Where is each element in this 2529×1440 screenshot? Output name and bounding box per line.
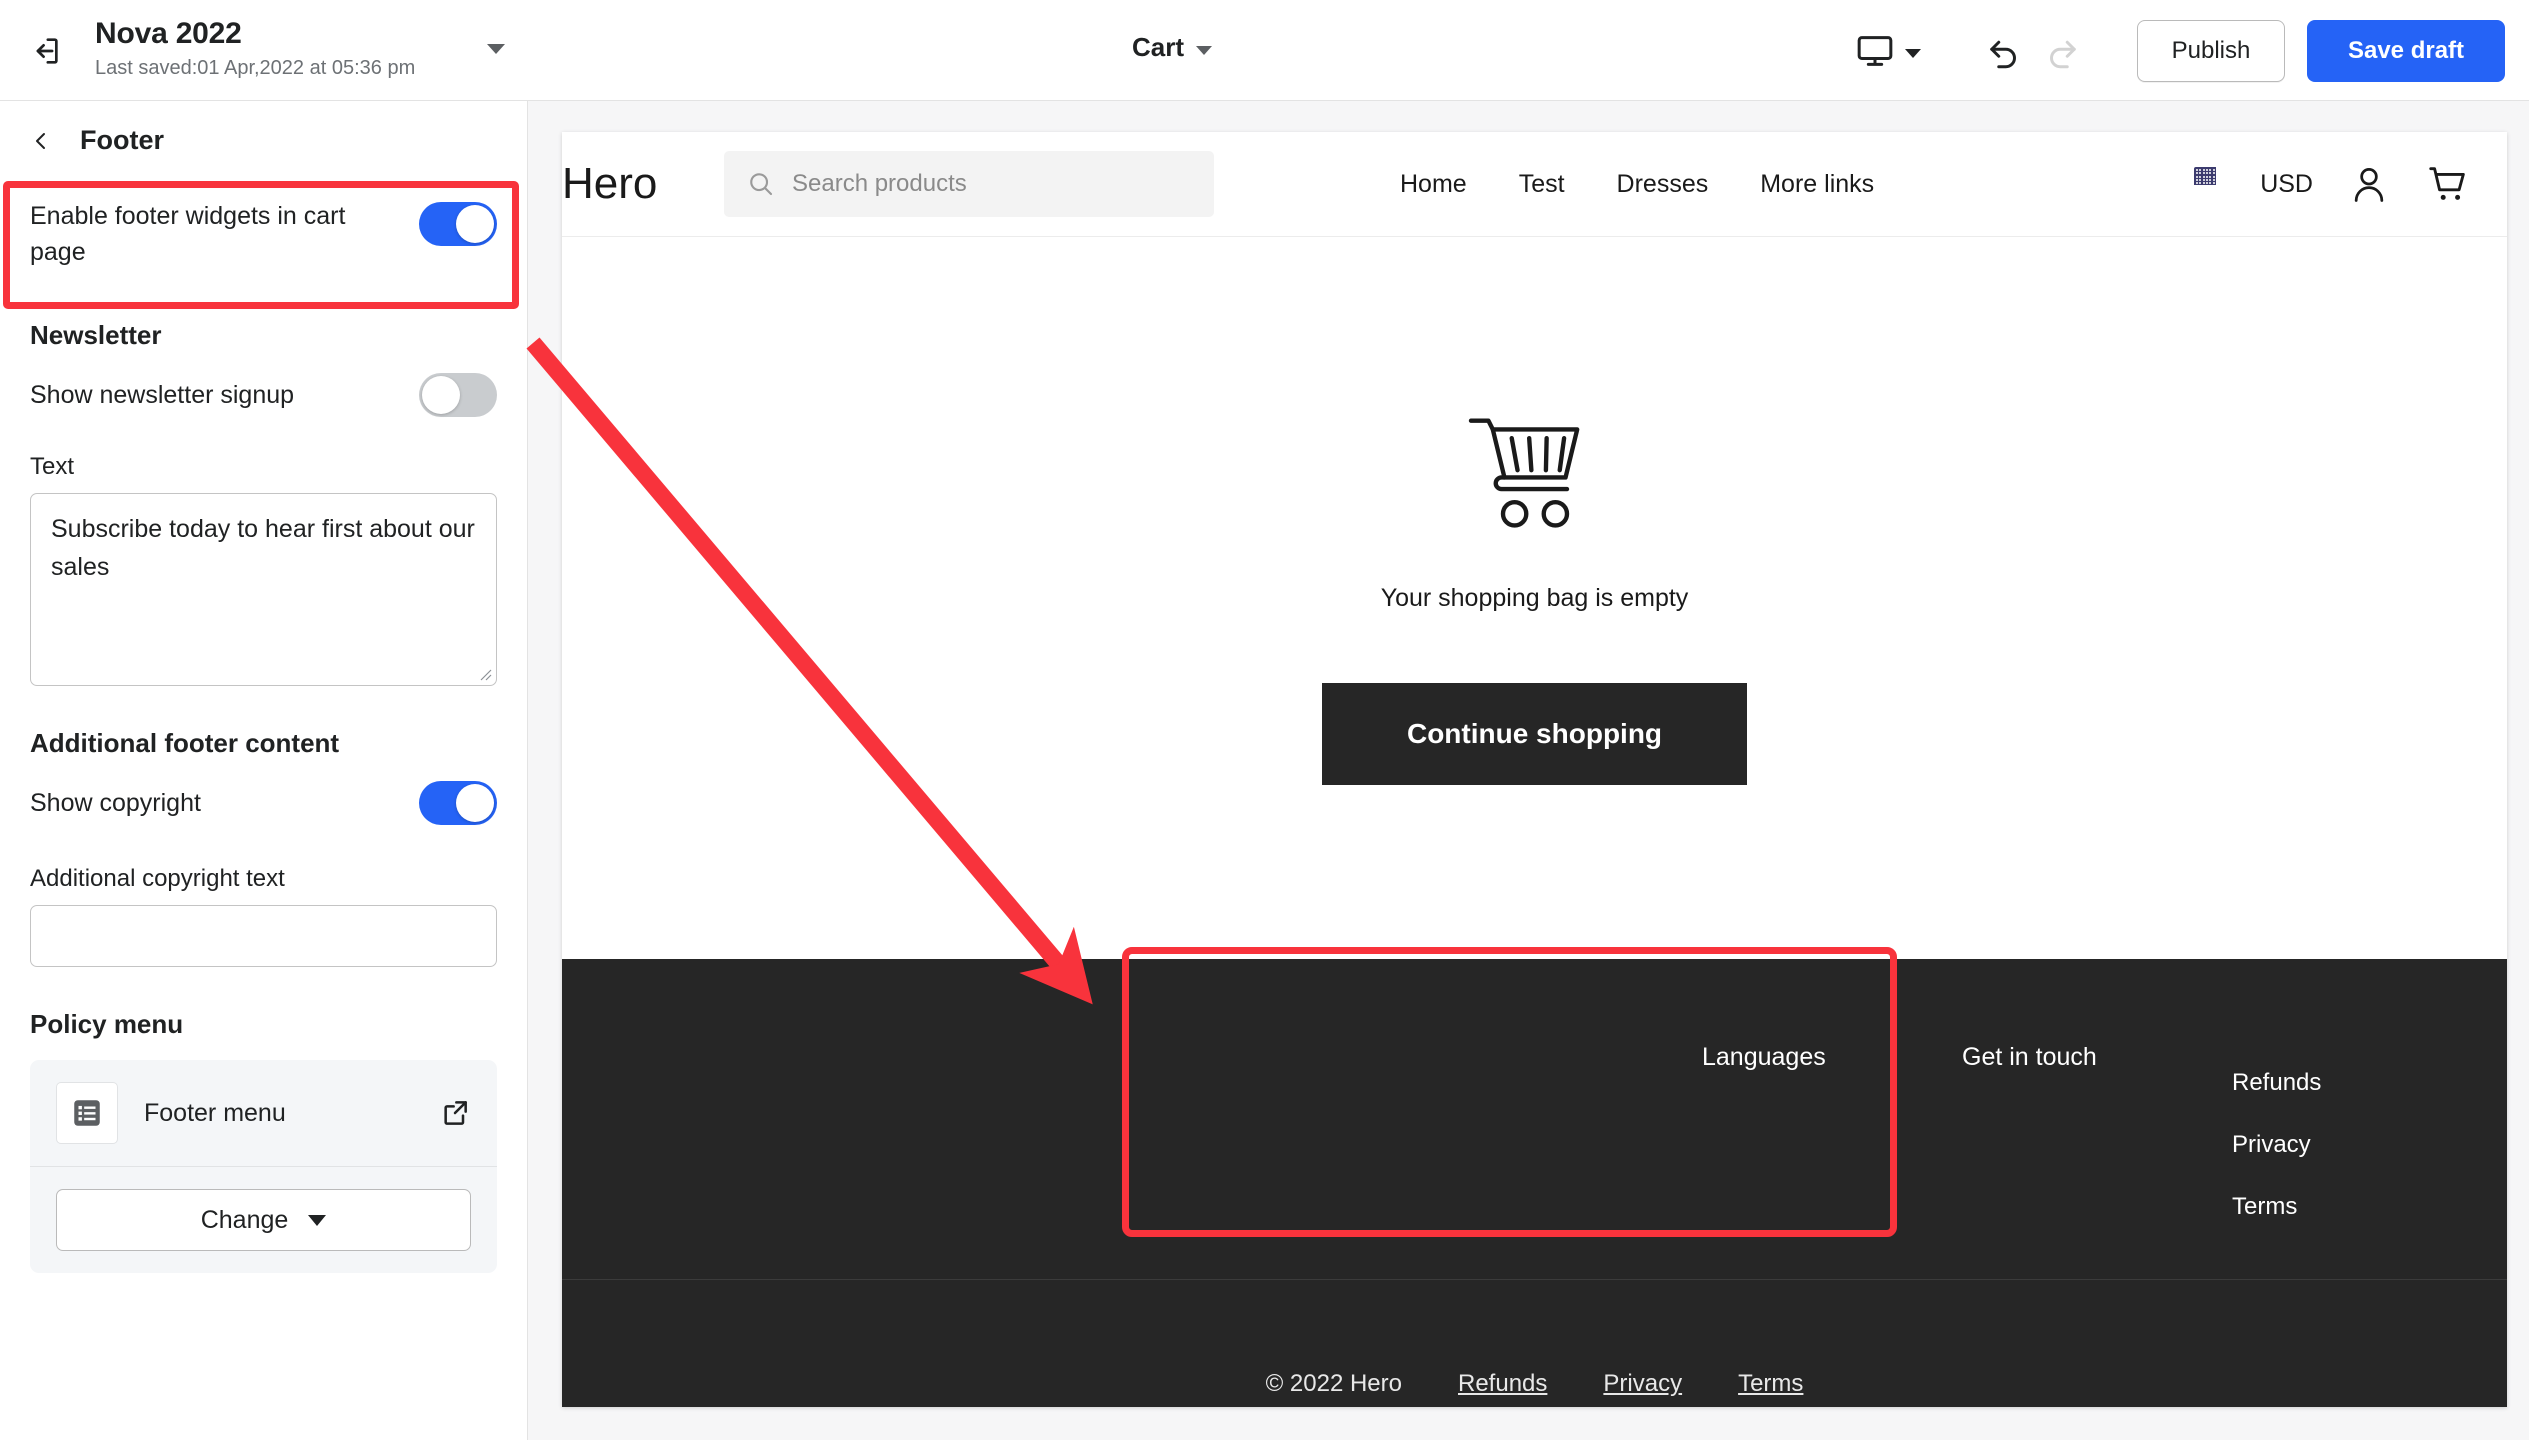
chevron-down-icon: [1905, 49, 1921, 58]
newsletter-text-label: Text: [30, 453, 75, 480]
toggle-knob: [456, 784, 494, 822]
device-preview-selector[interactable]: [1841, 21, 1935, 81]
redo-button[interactable]: [2033, 22, 2091, 80]
policy-menu-item[interactable]: Footer menu: [30, 1060, 497, 1167]
nav-link-dresses[interactable]: Dresses: [1591, 170, 1735, 199]
change-menu-button[interactable]: Change: [56, 1189, 471, 1251]
theme-info[interactable]: Nova 2022 Last saved:01 Apr,2022 at 05:3…: [95, 16, 515, 82]
toggle-knob: [422, 376, 460, 414]
section-title-additional-footer-content: Additional footer content: [30, 728, 340, 758]
user-account-icon[interactable]: [2347, 162, 2391, 206]
undo-button[interactable]: [1975, 22, 2033, 80]
back-button[interactable]: [28, 128, 54, 154]
footer-copyright-bar: © 2022 Hero Refunds Privacy Terms: [562, 1280, 2507, 1407]
footer-widget-column-policies: Refunds Privacy Terms: [2232, 1043, 2462, 1279]
storefront-nav: Home Test Dresses More links: [1374, 170, 1900, 199]
product-search-field[interactable]: Search products: [724, 151, 1214, 217]
undo-icon: [1990, 40, 2016, 68]
policy-menu-thumbnail: [56, 1082, 118, 1144]
redo-icon: [2050, 40, 2076, 68]
section-title-newsletter: Newsletter: [30, 320, 162, 350]
top-toolbar: Nova 2022 Last saved:01 Apr,2022 at 05:3…: [0, 0, 2529, 101]
storefront-header-actions: USD: [2194, 161, 2471, 207]
footer-widget-link-terms[interactable]: Terms: [2232, 1193, 2462, 1221]
show-copyright-toggle[interactable]: [419, 781, 497, 825]
page-title: Footer: [80, 125, 164, 155]
nav-link-test[interactable]: Test: [1493, 170, 1591, 199]
currency-selector[interactable]: USD: [2194, 167, 2313, 201]
continue-shopping-button[interactable]: Continue shopping: [1322, 682, 1747, 785]
section-title-policy-menu: Policy menu: [30, 1009, 184, 1039]
nav-link-more-links[interactable]: More links: [1734, 170, 1900, 199]
footer-widget-title: Languages: [1702, 1043, 1826, 1071]
copyright-text: © 2022 Hero: [1265, 1370, 1402, 1397]
page-selector-label: Cart: [1132, 32, 1185, 62]
additional-copyright-text-input[interactable]: [30, 905, 497, 967]
publish-button[interactable]: Publish: [2137, 19, 2285, 82]
exit-icon: [36, 38, 58, 64]
footer-widget-link-refunds[interactable]: Refunds: [2232, 1069, 2462, 1097]
footer-link-terms[interactable]: Terms: [1738, 1370, 1803, 1398]
setting-show-copyright[interactable]: Show copyright: [0, 781, 527, 825]
resize-grip-icon[interactable]: [476, 665, 492, 681]
preview-canvas: Hero Search products Home Test Dresses M…: [528, 101, 2529, 1440]
policy-menu-footer: Change: [30, 1167, 497, 1273]
newsletter-text-input[interactable]: Subscribe today to hear first about our …: [30, 493, 497, 686]
cart-empty-message: Your shopping bag is empty: [1380, 583, 1689, 612]
footer-widget-column-languages: Languages: [1702, 1043, 1962, 1279]
newsletter-text-value: Subscribe today to hear first about our …: [51, 515, 482, 581]
setting-show-newsletter-signup[interactable]: Show newsletter signup: [0, 373, 527, 417]
storefront-preview: Hero Search products Home Test Dresses M…: [562, 132, 2507, 1407]
additional-copyright-text-label: Additional copyright text: [30, 865, 285, 892]
search-icon: [750, 173, 773, 196]
footer-widget-columns: Languages Get in touch Refunds Privacy T…: [1702, 959, 2462, 1279]
desktop-icon: [1857, 35, 1893, 66]
toggle-knob: [456, 205, 494, 243]
footer-widget-title: Get in touch: [1962, 1043, 2097, 1071]
footer-link-privacy[interactable]: Privacy: [1603, 1370, 1682, 1398]
theme-name: Nova 2022: [95, 17, 242, 50]
show-copyright-label: Show copyright: [30, 789, 201, 817]
policy-menu-card: Footer menu Change: [30, 1060, 497, 1273]
toolbar-actions: Publish Save draft: [1841, 0, 2505, 101]
storefront-footer: Languages Get in touch Refunds Privacy T…: [562, 959, 2507, 1407]
exit-editor-button[interactable]: [20, 26, 70, 76]
cart-empty-state: Your shopping bag is empty Continue shop…: [562, 237, 2507, 959]
storefront-header: Hero Search products Home Test Dresses M…: [562, 132, 2507, 237]
change-menu-label: Change: [200, 1205, 289, 1234]
shopping-cart-icon[interactable]: [2425, 161, 2471, 207]
last-saved-label: Last saved:01 Apr,2022 at 05:36 pm: [95, 57, 416, 79]
show-newsletter-signup-toggle[interactable]: [419, 373, 497, 417]
product-search-placeholder: Search products: [792, 170, 967, 197]
enable-footer-widgets-toggle[interactable]: [419, 202, 497, 246]
save-draft-button[interactable]: Save draft: [2307, 19, 2505, 82]
footer-widget-link-privacy[interactable]: Privacy: [2232, 1131, 2462, 1159]
sidebar-header: Footer: [0, 101, 527, 176]
chevron-down-icon: [1196, 45, 1213, 55]
footer-widgets-region: Languages Get in touch Refunds Privacy T…: [562, 959, 2507, 1279]
footer-widget-column-get-in-touch: Get in touch: [1962, 1043, 2232, 1279]
shopping-cart-icon: [1468, 418, 1579, 528]
theme-dropdown-caret-icon[interactable]: [487, 44, 505, 54]
us-flag-icon: [2194, 167, 2247, 201]
nav-link-home[interactable]: Home: [1374, 170, 1493, 199]
chevron-left-icon: [36, 132, 45, 149]
show-newsletter-signup-label: Show newsletter signup: [30, 381, 295, 409]
settings-sidebar: Footer Enable footer widgets in cart pag…: [0, 101, 528, 1440]
currency-label: USD: [2260, 169, 2313, 198]
store-logo[interactable]: Hero: [562, 159, 712, 209]
chevron-down-icon: [308, 1214, 327, 1226]
setting-enable-footer-widgets[interactable]: Enable footer widgets in cart page: [0, 176, 527, 290]
page-selector[interactable]: Cart: [1132, 32, 1213, 63]
list-menu-icon: [74, 1100, 100, 1126]
footer-link-refunds[interactable]: Refunds: [1458, 1370, 1547, 1398]
app-root: Nova 2022 Last saved:01 Apr,2022 at 05:3…: [0, 0, 2529, 1440]
external-link-icon[interactable]: [439, 1097, 471, 1129]
policy-menu-name: Footer menu: [144, 1098, 286, 1127]
enable-footer-widgets-label: Enable footer widgets in cart page: [30, 202, 346, 266]
